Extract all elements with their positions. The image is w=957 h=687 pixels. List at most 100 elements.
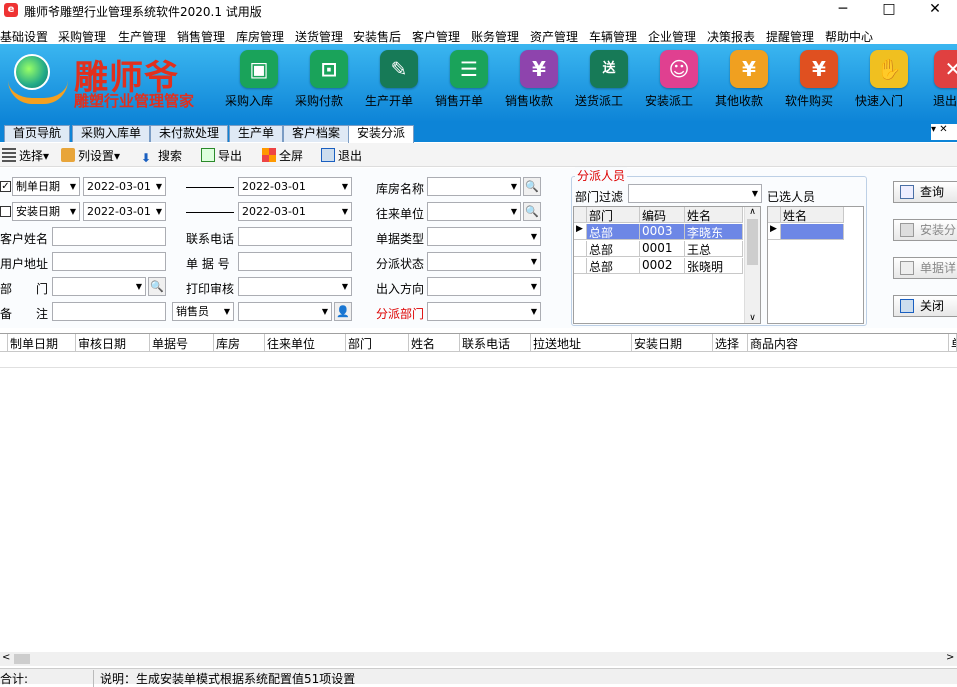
menu-customers[interactable]: 客户管理 — [412, 28, 460, 45]
address-input[interactable] — [52, 252, 166, 271]
search-icon[interactable]: 🔍 — [148, 277, 166, 296]
menu-production[interactable]: 生产管理 — [118, 28, 166, 45]
customer-name-input[interactable] — [52, 227, 166, 246]
tab-production[interactable]: 生产单 — [229, 125, 284, 142]
delivery-dispatch-button[interactable]: 送 送货派工 — [575, 50, 643, 114]
menu-reports[interactable]: 决策报表 — [707, 28, 755, 45]
menu-delivery[interactable]: 送货管理 — [295, 28, 343, 45]
tab-unpaid[interactable]: 未付款处理 — [150, 125, 229, 142]
scroll-thumb[interactable] — [747, 219, 758, 265]
menu-reminders[interactable]: 提醒管理 — [766, 28, 814, 45]
salesman-select[interactable] — [238, 302, 332, 321]
date1-to-input[interactable]: 2022-03-01 — [238, 177, 352, 196]
column-header[interactable]: 姓名 — [409, 334, 460, 352]
horizontal-scrollbar[interactable]: < > — [0, 652, 957, 666]
column-header[interactable]: 往来单位 — [265, 334, 346, 352]
menu-help[interactable]: 帮助中心 — [825, 28, 873, 45]
fullscreen-button[interactable]: 全屏 — [262, 147, 303, 164]
scroll-right-icon[interactable]: > — [946, 652, 954, 663]
doc-detail-button[interactable]: 单据详 — [893, 257, 957, 279]
dept-select[interactable] — [52, 277, 146, 296]
column-header[interactable]: 制单日期 — [8, 334, 76, 352]
minimize-button[interactable]: ─ — [820, 0, 866, 20]
table-cell[interactable]: 李晓东 — [685, 224, 743, 240]
column-settings-menu[interactable]: 列设置▾ — [61, 147, 120, 164]
date1-from-input[interactable]: 2022-03-01 — [83, 177, 166, 196]
table-cell[interactable]: 总部 — [587, 224, 640, 240]
software-purchase-button[interactable]: ¥ 软件购买 — [785, 50, 853, 114]
table-cell[interactable]: 0003 — [640, 224, 685, 240]
menu-installation[interactable]: 安装售后 — [353, 28, 401, 45]
menu-basic-settings[interactable]: 基础设置 — [0, 28, 48, 45]
column-header[interactable]: 选择 — [713, 334, 748, 352]
scroll-down-icon[interactable]: ∨ — [745, 313, 760, 323]
menu-accounts[interactable]: 账务管理 — [471, 28, 519, 45]
install-dispatch-button[interactable]: ☺ 安装派工 — [645, 50, 713, 114]
column-header[interactable]: 审核日期 — [76, 334, 150, 352]
menu-vehicles[interactable]: 车辆管理 — [589, 28, 637, 45]
search-icon[interactable]: 🔍 — [523, 177, 541, 196]
warehouse-select[interactable] — [427, 177, 521, 196]
date2-from-input[interactable]: 2022-03-01 — [83, 202, 166, 221]
scroll-thumb[interactable] — [14, 654, 30, 664]
column-header[interactable]: 部门 — [346, 334, 409, 352]
tab-purchase-in[interactable]: 采购入库单 — [72, 125, 151, 142]
date2-checkbox[interactable] — [0, 206, 11, 217]
dept-filter-select[interactable] — [628, 184, 762, 203]
select-menu[interactable]: 选择▾ — [2, 147, 49, 164]
search-button[interactable]: ⬇ 搜索 — [141, 147, 182, 165]
column-header[interactable]: 单据号 — [150, 334, 214, 352]
close-button[interactable]: ✕ — [912, 0, 957, 20]
scroll-up-icon[interactable]: ∧ — [745, 207, 760, 217]
print-audit-select[interactable] — [238, 277, 352, 296]
partner-select[interactable] — [427, 202, 521, 221]
tab-customers[interactable]: 客户档案 — [283, 125, 350, 142]
column-header[interactable]: 拉送地址 — [531, 334, 632, 352]
tab-install-assign[interactable]: 安装分派 — [348, 125, 415, 143]
date1-type-select[interactable]: 制单日期 — [12, 177, 80, 196]
export-button[interactable]: 导出 — [201, 147, 242, 164]
menu-purchase[interactable]: 采购管理 — [58, 28, 106, 45]
install-assign-button[interactable]: 安装分 — [893, 219, 957, 241]
table-cell[interactable]: 张晓明 — [685, 258, 743, 274]
purchase-in-button[interactable]: ▣ 采购入库 — [225, 50, 293, 114]
other-receipt-button[interactable]: ¥ 其他收款 — [715, 50, 783, 114]
menu-enterprise[interactable]: 企业管理 — [648, 28, 696, 45]
column-header[interactable]: 商品内容 — [748, 334, 949, 352]
production-order-button[interactable]: ✎ 生产开单 — [365, 50, 433, 114]
maximize-button[interactable]: □ — [866, 0, 912, 20]
person-icon[interactable]: 👤 — [334, 302, 352, 321]
search-icon[interactable]: 🔍 — [523, 202, 541, 221]
exit-button[interactable]: ✕ 退出 — [925, 50, 957, 114]
date2-to-input[interactable]: 2022-03-01 — [238, 202, 352, 221]
phone-input[interactable] — [238, 227, 352, 246]
assign-status-select[interactable] — [427, 252, 541, 271]
column-header[interactable]: 单 — [949, 334, 957, 352]
vertical-scrollbar[interactable]: ∧ ∨ — [744, 207, 760, 323]
query-button[interactable]: 查询 — [893, 181, 957, 203]
table-cell[interactable]: 总部 — [587, 258, 640, 274]
tab-controls[interactable]: ▾ ✕ — [931, 124, 957, 140]
sales-receipt-button[interactable]: ¥ 销售收款 — [505, 50, 573, 114]
column-header[interactable]: 联系电话 — [460, 334, 531, 352]
date2-type-select[interactable]: 安装日期 — [12, 202, 80, 221]
salesman-type-select[interactable]: 销售员 — [172, 302, 234, 321]
quick-start-button[interactable]: ✋ 快速入门 — [855, 50, 923, 114]
sales-order-button[interactable]: ☰ 销售开单 — [435, 50, 503, 114]
column-header[interactable]: 安装日期 — [632, 334, 713, 352]
doc-no-input[interactable] — [238, 252, 352, 271]
doc-type-select[interactable] — [427, 227, 541, 246]
menu-warehouse[interactable]: 库房管理 — [236, 28, 284, 45]
date1-checkbox[interactable]: ✓ — [0, 181, 11, 192]
scroll-left-icon[interactable]: < — [2, 652, 10, 663]
table-cell[interactable]: 0002 — [640, 258, 685, 274]
table-cell[interactable]: 总部 — [587, 241, 640, 257]
table-cell[interactable]: 王总 — [685, 241, 743, 257]
close-panel-button[interactable]: 关闭 — [893, 295, 957, 317]
exit-toolbar-button[interactable]: 退出 — [321, 147, 362, 164]
table-cell[interactable]: 0001 — [640, 241, 685, 257]
remark-input[interactable] — [52, 302, 166, 321]
column-header[interactable]: 库房 — [214, 334, 265, 352]
menu-sales[interactable]: 销售管理 — [177, 28, 225, 45]
assign-dept-select[interactable] — [427, 302, 541, 321]
